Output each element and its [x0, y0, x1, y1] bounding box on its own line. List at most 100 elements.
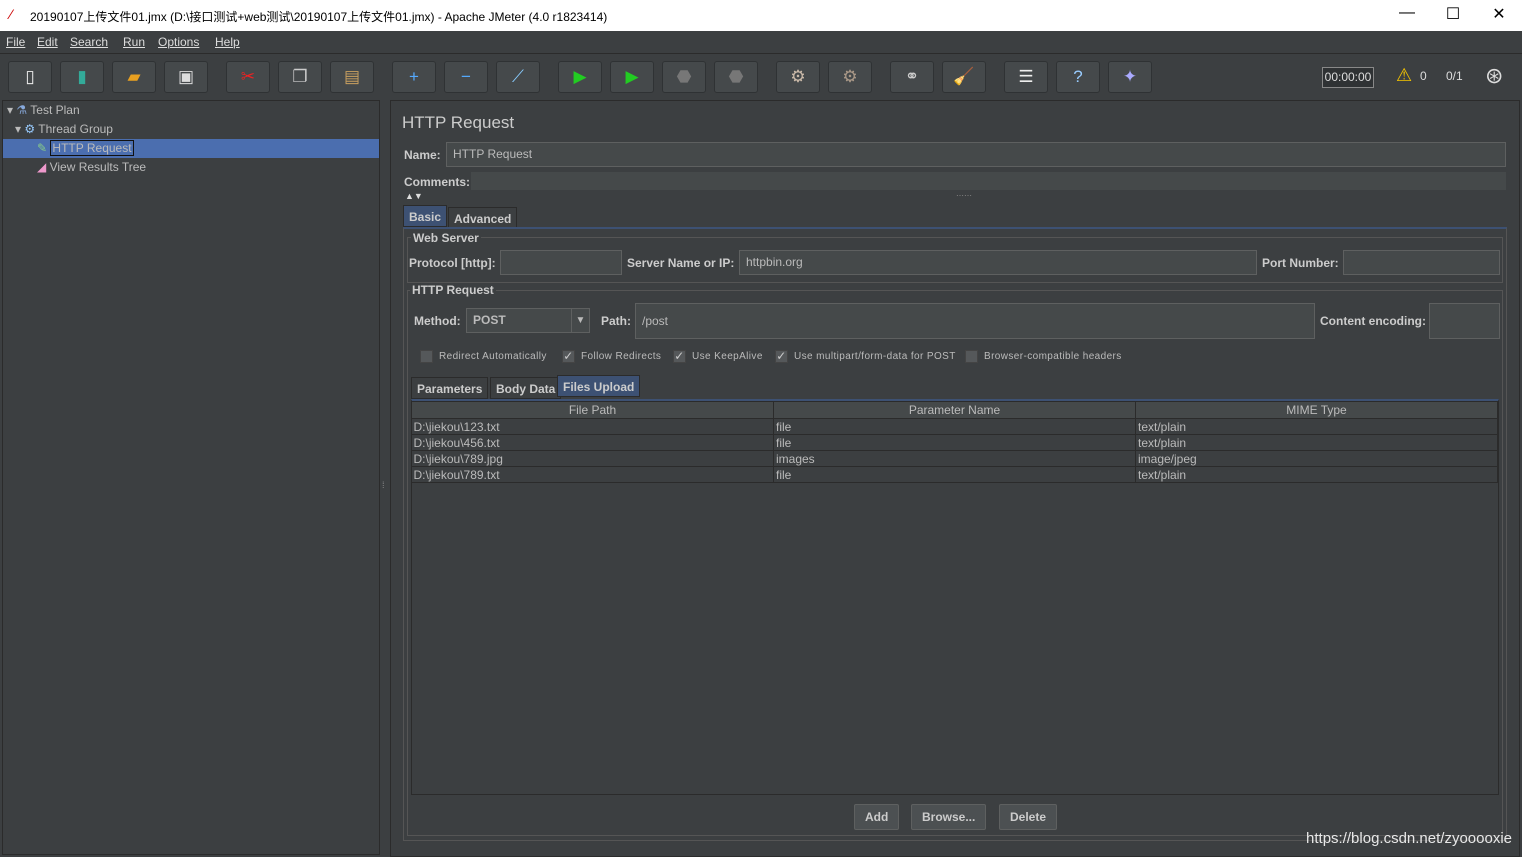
window-title: 20190107上传文件01.jmx (D:\接口测试+web测试\201901…: [30, 10, 608, 24]
start-no-pauses-icon: ▶: [625, 67, 639, 86]
toggle-button[interactable]: ⟋: [496, 61, 540, 93]
http-request-panel: HTTP Request Name: HTTP Request Comments…: [390, 100, 1520, 857]
checkbox-unchecked-icon: [965, 350, 978, 363]
table-cell[interactable]: file: [773, 434, 1136, 451]
expand-arrow-icon[interactable]: ▾: [7, 103, 13, 117]
add-button[interactable]: Add: [854, 804, 900, 830]
tree-node-test-plan[interactable]: ▾ ⚗ Test Plan: [7, 101, 80, 120]
server-name-input[interactable]: httpbin.org: [739, 250, 1257, 275]
copy-button[interactable]: ❐: [278, 61, 322, 93]
name-label: Name:: [404, 148, 441, 162]
reset-search-button[interactable]: 🧹: [942, 61, 986, 93]
table-cell[interactable]: text/plain: [1135, 434, 1498, 451]
delete-button[interactable]: Delete: [999, 804, 1058, 830]
table-cell[interactable]: D:\jiekou\456.txt: [411, 434, 774, 451]
comments-input[interactable]: [471, 172, 1506, 190]
tree-node-view-results-tree[interactable]: ◢ View Results Tree: [37, 158, 146, 177]
tab-files-upload[interactable]: Files Upload: [557, 375, 641, 397]
content-encoding-label: Content encoding:: [1320, 314, 1426, 328]
menu-file[interactable]: File: [6, 35, 25, 49]
table-row[interactable]: D:\jiekou\123.txt file text/plain: [411, 418, 1498, 435]
column-header-mime-type[interactable]: MIME Type: [1135, 401, 1498, 419]
clear-button[interactable]: ⚙: [776, 61, 820, 93]
splitter[interactable]: ⁞: [380, 100, 390, 857]
templates-button[interactable]: ▮: [60, 61, 104, 93]
stop-button[interactable]: ⬣: [662, 61, 706, 93]
collapse-arrows-icon[interactable]: ▲▼: [405, 191, 423, 201]
menu-run[interactable]: Run: [123, 35, 145, 49]
new-button[interactable]: ▯: [8, 61, 52, 93]
toggle-icon: ⟋: [512, 67, 524, 86]
path-input[interactable]: /post: [635, 303, 1315, 339]
collapse-icon: −: [461, 67, 471, 86]
protocol-label: Protocol [http]:: [409, 256, 496, 270]
table-cell[interactable]: file: [773, 466, 1136, 483]
http-sampler-icon: ✎: [37, 141, 48, 155]
remote-button[interactable]: ✦: [1108, 61, 1152, 93]
menu-help[interactable]: Help: [215, 35, 240, 49]
table-row[interactable]: D:\jiekou\456.txt file text/plain: [411, 434, 1498, 451]
browser-compatible-headers-checkbox[interactable]: Browser-compatible headers: [965, 350, 1122, 363]
help-button[interactable]: ?: [1056, 61, 1100, 93]
redirect-automatically-checkbox[interactable]: Redirect Automatically: [420, 350, 547, 363]
resize-grip-icon[interactable]: ⋯⋯: [956, 191, 972, 200]
panel-title: HTTP Request: [402, 113, 515, 132]
table-cell[interactable]: D:\jiekou\123.txt: [411, 418, 774, 435]
table-cell[interactable]: file: [773, 418, 1136, 435]
close-button[interactable]: ✕: [1476, 4, 1522, 24]
expand-icon: +: [409, 67, 419, 86]
table-cell[interactable]: text/plain: [1135, 418, 1498, 435]
menu-edit[interactable]: Edit: [37, 35, 58, 49]
column-header-file-path[interactable]: File Path: [411, 401, 774, 419]
table-cell[interactable]: text/plain: [1135, 466, 1498, 483]
expand-arrow-icon[interactable]: ▾: [15, 122, 21, 136]
checkmark-icon: ✓: [775, 349, 788, 363]
warning-icon[interactable]: ⚠: [1396, 65, 1412, 86]
function-helper-button[interactable]: ☰: [1004, 61, 1048, 93]
minimize-button[interactable]: —: [1384, 4, 1430, 22]
path-label: Path:: [601, 314, 631, 328]
open-button[interactable]: ▰: [112, 61, 156, 93]
table-cell[interactable]: D:\jiekou\789.txt: [411, 466, 774, 483]
cut-button[interactable]: ✂: [226, 61, 270, 93]
collapse-button[interactable]: −: [444, 61, 488, 93]
chevron-down-icon[interactable]: ▼: [571, 309, 589, 332]
tree-node-http-request[interactable]: ✎ HTTP Request: [3, 139, 379, 158]
tree-node-thread-group[interactable]: ▾ ⚙ Thread Group: [15, 120, 113, 139]
use-keepalive-checkbox[interactable]: ✓ Use KeepAlive: [673, 350, 763, 363]
shutdown-button[interactable]: ⬣: [714, 61, 758, 93]
protocol-input[interactable]: [500, 250, 622, 275]
checkmark-icon: ✓: [673, 349, 686, 363]
port-input[interactable]: [1343, 250, 1500, 275]
start-button[interactable]: ▶: [558, 61, 602, 93]
table-row[interactable]: D:\jiekou\789.jpg images image/jpeg: [411, 450, 1498, 467]
table-cell[interactable]: D:\jiekou\789.jpg: [411, 450, 774, 467]
tab-basic[interactable]: Basic: [403, 205, 448, 227]
menu-search[interactable]: Search: [70, 35, 108, 49]
table-cell[interactable]: image/jpeg: [1135, 450, 1498, 467]
cut-icon: ✂: [240, 67, 256, 86]
start-no-pauses-button[interactable]: ▶: [610, 61, 654, 93]
tab-body-data[interactable]: Body Data: [490, 377, 562, 399]
paste-button[interactable]: ▤: [330, 61, 374, 93]
follow-redirects-checkbox[interactable]: ✓ Follow Redirects: [562, 350, 661, 363]
table-row[interactable]: D:\jiekou\789.txt file text/plain: [411, 466, 1498, 483]
clear-all-button[interactable]: ⚙: [828, 61, 872, 93]
browse-button[interactable]: Browse...: [911, 804, 987, 830]
remote-status-icon[interactable]: ⊛: [1485, 63, 1503, 89]
column-header-parameter-name[interactable]: Parameter Name: [773, 401, 1136, 419]
method-select[interactable]: POST ▼: [466, 308, 590, 333]
tab-advanced[interactable]: Advanced: [448, 207, 518, 229]
name-input[interactable]: HTTP Request: [446, 142, 1506, 167]
search-button[interactable]: ⚭: [890, 61, 934, 93]
maximize-button[interactable]: ☐: [1430, 4, 1476, 24]
content-encoding-input[interactable]: [1429, 303, 1500, 339]
expand-button[interactable]: +: [392, 61, 436, 93]
menu-options[interactable]: Options: [158, 35, 199, 49]
multipart-form-data-checkbox[interactable]: ✓ Use multipart/form-data for POST: [775, 350, 956, 363]
test-plan-tree: ▾ ⚗ Test Plan ▾ ⚙ Thread Group ✎ HTTP Re…: [2, 100, 380, 855]
save-button[interactable]: ▣: [164, 61, 208, 93]
table-cell[interactable]: images: [773, 450, 1136, 467]
tab-parameters[interactable]: Parameters: [411, 377, 489, 399]
watermark: https://blog.csdn.net/zyooooxie: [1306, 830, 1512, 847]
